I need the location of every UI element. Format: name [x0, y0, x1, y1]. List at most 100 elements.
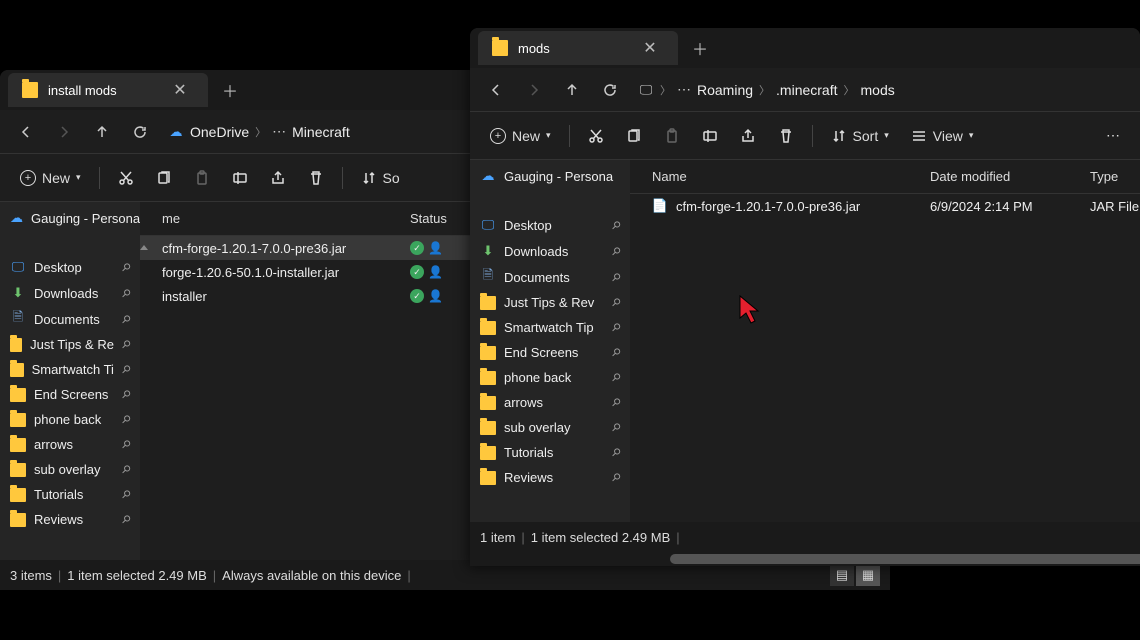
col-type[interactable]: Type	[1090, 169, 1140, 184]
up-button[interactable]	[86, 116, 118, 148]
sidebar-item[interactable]: ⬇Downloads⚲	[470, 238, 630, 264]
sidebar-item[interactable]: 🖵Desktop⚲	[470, 212, 630, 238]
forward-button[interactable]	[518, 74, 550, 106]
sidebar-item-label: sub overlay	[34, 462, 100, 477]
crumb-onedrive[interactable]: OneDrive	[190, 124, 249, 140]
tab-bar: mods ✕ ＋	[470, 28, 1140, 68]
file-row[interactable]: 📄cfm-forge-1.20.1-7.0.0-pre36.jar6/9/202…	[630, 194, 1140, 218]
sidebar-item-label: phone back	[504, 370, 571, 385]
sidebar-item[interactable]: Tutorials⚲	[0, 482, 140, 507]
delete-button[interactable]	[768, 119, 804, 153]
sidebar-item-label: sub overlay	[504, 420, 570, 435]
back-button[interactable]	[480, 74, 512, 106]
refresh-button[interactable]	[124, 116, 156, 148]
crumb-roaming[interactable]: Roaming	[697, 82, 753, 98]
tab-install-mods[interactable]: install mods ✕	[8, 73, 208, 107]
pin-icon: ⚲	[119, 260, 134, 275]
refresh-button[interactable]	[594, 74, 626, 106]
sidebar-item-label: End Screens	[504, 345, 578, 360]
crumb-mods[interactable]: mods	[861, 82, 895, 98]
share-button[interactable]	[730, 119, 766, 153]
file-name: installer	[162, 289, 207, 304]
column-headers[interactable]: Name Date modified Type	[630, 160, 1140, 194]
pin-icon: ⚲	[609, 395, 624, 410]
sidebar-item[interactable]: phone back⚲	[470, 365, 630, 390]
tab-mods[interactable]: mods ✕	[478, 31, 678, 65]
up-button[interactable]	[556, 74, 588, 106]
forward-button[interactable]	[48, 116, 80, 148]
crumb-minecraft[interactable]: Minecraft	[292, 124, 350, 140]
person-icon: 👤	[428, 241, 443, 255]
sidebar-item[interactable]: End Screens⚲	[470, 340, 630, 365]
sidebar-current[interactable]: ☁Gauging - Persona	[470, 160, 630, 192]
col-name[interactable]: me	[140, 211, 410, 226]
sidebar-item[interactable]: Reviews⚲	[0, 507, 140, 532]
breadcrumb[interactable]: ☁ OneDrive 〉 ⋯ Minecraft	[168, 123, 350, 140]
sidebar-item[interactable]: Smartwatch Tip⚲	[470, 315, 630, 340]
jar-icon: 📄	[652, 198, 668, 214]
pin-icon: ⚲	[609, 445, 624, 460]
paste-button[interactable]	[184, 161, 220, 195]
sidebar[interactable]: ☁Gauging - Persona 🖵Desktop⚲⬇Downloads⚲🗎…	[0, 202, 140, 560]
sidebar-item[interactable]: 🗎Documents⚲	[0, 306, 140, 332]
sidebar-item[interactable]: phone back⚲	[0, 407, 140, 432]
sidebar-item[interactable]: Just Tips & Re ⚲	[0, 332, 140, 357]
share-button[interactable]	[260, 161, 296, 195]
more-icon[interactable]: ⋯	[677, 81, 691, 98]
horizontal-scrollbar[interactable]	[470, 552, 1140, 566]
sidebar-item[interactable]: arrows⚲	[0, 432, 140, 457]
back-button[interactable]	[10, 116, 42, 148]
cut-button[interactable]	[108, 161, 144, 195]
crumb-minecraft-dir[interactable]: .minecraft	[776, 82, 837, 98]
view-button[interactable]: View▾	[901, 119, 984, 153]
pin-icon: ⚲	[119, 462, 134, 477]
paste-button[interactable]	[654, 119, 690, 153]
sidebar-item[interactable]: sub overlay ⚲	[0, 457, 140, 482]
sidebar-item[interactable]: sub overlay⚲	[470, 415, 630, 440]
sidebar-item-label: End Screens	[34, 387, 108, 402]
view-details-button[interactable]: ▤	[830, 564, 854, 586]
sidebar-item[interactable]: 🗎Documents⚲	[470, 264, 630, 290]
sort-button[interactable]: Sort▾	[821, 119, 899, 153]
sidebar[interactable]: ☁Gauging - Persona 🖵Desktop⚲⬇Downloads⚲🗎…	[470, 160, 630, 522]
rename-button[interactable]	[222, 161, 258, 195]
sidebar-item[interactable]: Smartwatch Ti⚲	[0, 357, 140, 382]
breadcrumb[interactable]: 🖵 〉 ⋯ Roaming 〉 .minecraft 〉 mods	[638, 81, 895, 98]
sidebar-current[interactable]: ☁Gauging - Persona	[0, 202, 140, 234]
new-tab-button[interactable]: ＋	[216, 76, 244, 104]
sidebar-item[interactable]: 🖵Desktop⚲	[0, 254, 140, 280]
pin-icon: ⚲	[119, 337, 134, 352]
new-button[interactable]: +New▾	[480, 119, 561, 153]
sidebar-item[interactable]: ⬇Downloads⚲	[0, 280, 140, 306]
sidebar-item[interactable]: Tutorials⚲	[470, 440, 630, 465]
divider	[812, 125, 813, 147]
new-tab-button[interactable]: ＋	[686, 34, 714, 62]
pin-icon: ⚲	[609, 270, 624, 285]
view-icons-button[interactable]: ▦	[856, 564, 880, 586]
sort-button[interactable]: So	[351, 161, 410, 195]
cursor-icon	[738, 294, 764, 324]
col-status[interactable]: Status	[410, 211, 470, 226]
sidebar-item-label: Desktop	[504, 218, 552, 233]
copy-button[interactable]	[146, 161, 182, 195]
sidebar-item[interactable]: End Screens⚲	[0, 382, 140, 407]
sidebar-item-label: Just Tips & Re	[30, 337, 114, 352]
col-date[interactable]: Date modified	[930, 169, 1090, 184]
sidebar-item-label: Downloads	[504, 244, 568, 259]
sidebar-item[interactable]: arrows ⚲	[470, 390, 630, 415]
more-icon[interactable]: ⋯	[272, 123, 286, 140]
delete-button[interactable]	[298, 161, 334, 195]
sidebar-item[interactable]: Reviews⚲	[470, 465, 630, 490]
sidebar-item-label: Documents	[504, 270, 570, 285]
divider	[569, 125, 570, 147]
close-tab-button[interactable]: ✕	[636, 34, 664, 62]
cut-button[interactable]	[578, 119, 614, 153]
rename-button[interactable]	[692, 119, 728, 153]
more-button[interactable]: ⋯	[1096, 119, 1130, 153]
close-tab-button[interactable]: ✕	[166, 76, 194, 104]
col-name[interactable]: Name	[630, 169, 930, 184]
new-button[interactable]: +New▾	[10, 161, 91, 195]
sidebar-item[interactable]: Just Tips & Rev⚲	[470, 290, 630, 315]
sidebar-item-label: arrows	[504, 395, 543, 410]
copy-button[interactable]	[616, 119, 652, 153]
